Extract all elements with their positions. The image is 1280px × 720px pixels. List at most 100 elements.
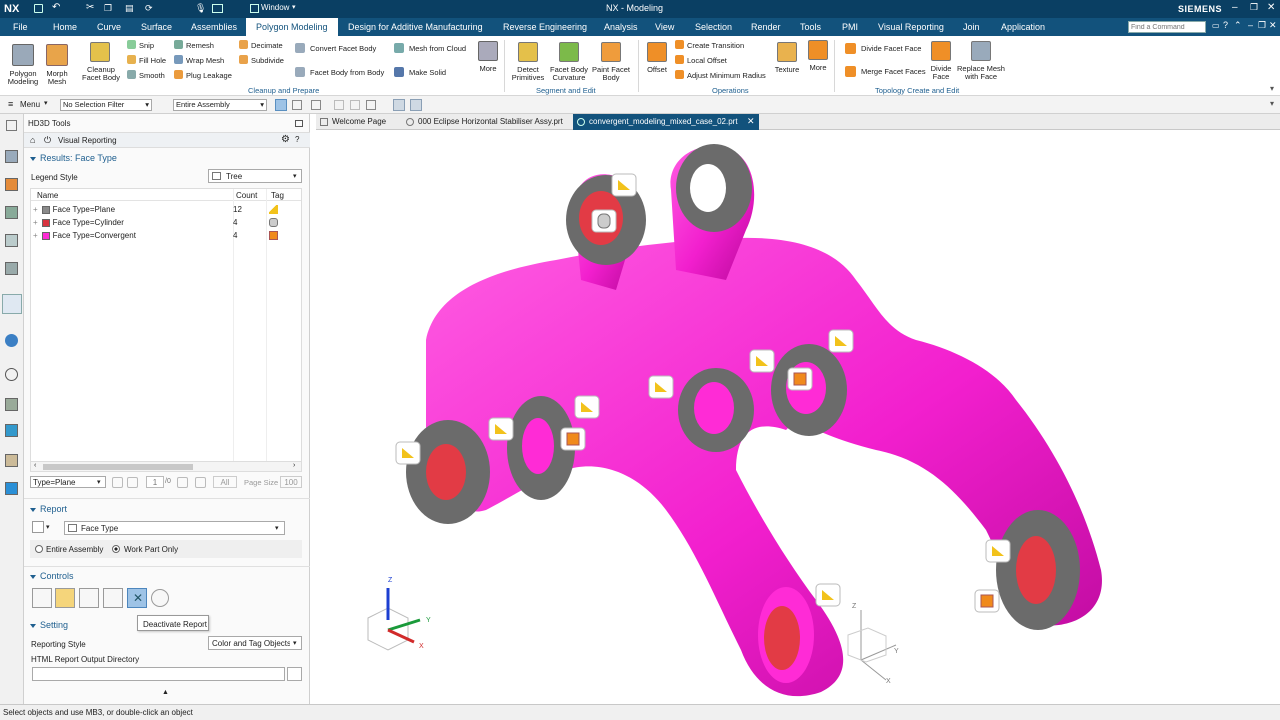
convert-facet-icon[interactable] bbox=[295, 43, 305, 53]
screen-icon[interactable]: ▭ bbox=[1212, 21, 1220, 30]
menu-curve[interactable]: Curve bbox=[97, 22, 121, 32]
chevron-down-icon[interactable]: ▾ bbox=[292, 3, 296, 11]
reuse-icon[interactable] bbox=[5, 424, 18, 437]
inference-icon[interactable] bbox=[366, 100, 376, 110]
adjust-radius-button[interactable]: Adjust Minimum Radius bbox=[687, 71, 766, 80]
horizontal-scrollbar[interactable]: ‹ › bbox=[31, 461, 301, 471]
divide-facet-face-icon[interactable] bbox=[845, 43, 856, 54]
radio-work-part[interactable] bbox=[112, 545, 120, 553]
menu-pmi[interactable]: PMI bbox=[842, 22, 858, 32]
next-page-button[interactable] bbox=[177, 477, 188, 488]
menu-reverse-engineering[interactable]: Reverse Engineering bbox=[503, 22, 587, 32]
plug-leakage-button[interactable]: Plug Leakage bbox=[186, 71, 232, 80]
chevron-down-icon[interactable]: ▾ bbox=[44, 99, 48, 107]
part-navigator-icon[interactable] bbox=[6, 120, 17, 131]
expand-up-icon[interactable]: ▲ bbox=[162, 689, 169, 696]
make-solid-icon[interactable] bbox=[394, 67, 404, 77]
local-offset-icon[interactable] bbox=[675, 55, 684, 64]
menu-selection[interactable]: Selection bbox=[695, 22, 732, 32]
web-browser-icon[interactable] bbox=[5, 334, 18, 347]
home-icon[interactable]: ⌂ bbox=[30, 135, 35, 145]
ribbon-min-icon[interactable]: – bbox=[1248, 20, 1253, 30]
menu-join[interactable]: Join bbox=[963, 22, 980, 32]
paste-icon[interactable]: ▤ bbox=[125, 3, 134, 14]
select-all-icon[interactable] bbox=[292, 100, 302, 110]
page-number-input[interactable]: 1 bbox=[146, 476, 164, 488]
decimate-icon[interactable] bbox=[239, 40, 248, 49]
more-button[interactable]: More bbox=[474, 65, 502, 73]
more-icon[interactable] bbox=[478, 41, 498, 61]
deactivate-report-button[interactable]: ✕ bbox=[127, 588, 147, 608]
constraint-navigator-icon[interactable] bbox=[5, 178, 18, 191]
mesh-from-cloud-icon[interactable] bbox=[394, 43, 404, 53]
wrap-mesh-icon[interactable] bbox=[174, 55, 183, 64]
help-icon[interactable]: ? bbox=[295, 135, 299, 144]
ribbon-restore-icon[interactable]: ❐ bbox=[1258, 20, 1266, 31]
help-icon[interactable]: ? bbox=[1223, 20, 1228, 30]
convergent-face[interactable] bbox=[694, 382, 734, 434]
cylinder-face[interactable] bbox=[1016, 536, 1056, 604]
undo-icon[interactable]: ↶ bbox=[52, 2, 60, 13]
merge-facet-faces-icon[interactable] bbox=[845, 66, 856, 77]
snap-icon[interactable] bbox=[334, 100, 344, 110]
subdivide-icon[interactable] bbox=[239, 55, 248, 64]
selection-filter-dropdown[interactable]: No Selection Filter ▾ bbox=[60, 99, 152, 111]
divide-face-label[interactable]: Divide Face bbox=[925, 65, 957, 81]
table-row[interactable]: + Face Type=Convergent 4 bbox=[33, 229, 301, 242]
menu-polygon-modeling[interactable]: Polygon Modeling bbox=[256, 22, 328, 32]
facet-from-body-button[interactable]: Facet Body from Body bbox=[310, 68, 384, 77]
expand-icon[interactable]: + bbox=[33, 231, 38, 240]
create-transition-button[interactable]: Create Transition bbox=[687, 41, 744, 50]
tag-plane[interactable] bbox=[488, 417, 514, 441]
expand-icon[interactable]: + bbox=[33, 218, 38, 227]
facet-curvature-label[interactable]: Facet Body Curvature bbox=[548, 66, 590, 82]
chevron-down-icon[interactable]: ▾ bbox=[1270, 99, 1274, 108]
role-icon[interactable] bbox=[5, 234, 18, 247]
results-section-header[interactable]: Results: Face Type bbox=[30, 153, 117, 163]
column-tag[interactable]: Tag bbox=[271, 191, 284, 200]
snap-point-icon[interactable] bbox=[350, 100, 360, 110]
more-operations-button[interactable]: More bbox=[804, 64, 832, 72]
minimize-button[interactable]: – bbox=[1232, 2, 1238, 13]
all-pages-button[interactable]: All bbox=[213, 476, 237, 488]
table-row[interactable]: + Face Type=Plane 12 bbox=[33, 203, 301, 216]
polygon-modeling-label[interactable]: Polygon Modeling bbox=[2, 70, 44, 86]
snip-button[interactable]: Snip bbox=[139, 41, 154, 50]
tag-convergent[interactable] bbox=[560, 427, 586, 451]
menu-tools[interactable]: Tools bbox=[800, 22, 821, 32]
first-page-button[interactable] bbox=[112, 477, 123, 488]
make-solid-button[interactable]: Make Solid bbox=[409, 68, 446, 77]
replace-mesh-icon[interactable] bbox=[971, 41, 991, 61]
tag-convergent[interactable] bbox=[974, 589, 1000, 613]
scroll-right-icon[interactable]: › bbox=[293, 462, 295, 469]
hamburger-icon[interactable]: ≡ bbox=[8, 99, 13, 109]
report-type-icon[interactable] bbox=[32, 521, 44, 533]
expand-icon[interactable]: + bbox=[33, 205, 38, 214]
remesh-icon[interactable] bbox=[174, 40, 183, 49]
tag-plane[interactable] bbox=[574, 395, 600, 419]
chevron-down-icon[interactable]: ▾ bbox=[46, 523, 50, 531]
morph-mesh-icon[interactable] bbox=[46, 44, 68, 66]
column-name[interactable]: Name bbox=[37, 191, 58, 200]
setting-section-header[interactable]: Setting bbox=[30, 620, 68, 630]
offset-label[interactable]: Offset bbox=[642, 66, 672, 74]
copy-icon[interactable]: ❐ bbox=[104, 3, 112, 14]
tag-plane[interactable] bbox=[749, 349, 775, 373]
legend-style-dropdown[interactable]: Tree ▾ bbox=[208, 169, 302, 183]
menu-design-additive[interactable]: Design for Additive Manufacturing bbox=[348, 22, 483, 32]
scrollbar-thumb[interactable] bbox=[43, 464, 193, 470]
ribbon-close-icon[interactable]: ✕ bbox=[1269, 20, 1277, 31]
page-size-input[interactable]: 100 bbox=[280, 476, 302, 488]
chevron-down-icon[interactable]: ▾ bbox=[1270, 84, 1274, 93]
help-studio-icon[interactable] bbox=[5, 482, 18, 495]
assembly-navigator-icon[interactable] bbox=[5, 150, 18, 163]
maximize-icon[interactable] bbox=[295, 120, 303, 127]
refresh-report-button[interactable] bbox=[79, 588, 99, 608]
tag-plane[interactable] bbox=[648, 375, 674, 399]
tag-plane[interactable] bbox=[395, 441, 421, 465]
texture-label[interactable]: Texture bbox=[770, 66, 804, 74]
facet-curvature-icon[interactable] bbox=[559, 42, 579, 62]
remesh-button[interactable]: Remesh bbox=[186, 41, 214, 50]
feature-filter-icon[interactable] bbox=[311, 100, 321, 110]
cylinder-face[interactable] bbox=[426, 444, 466, 500]
